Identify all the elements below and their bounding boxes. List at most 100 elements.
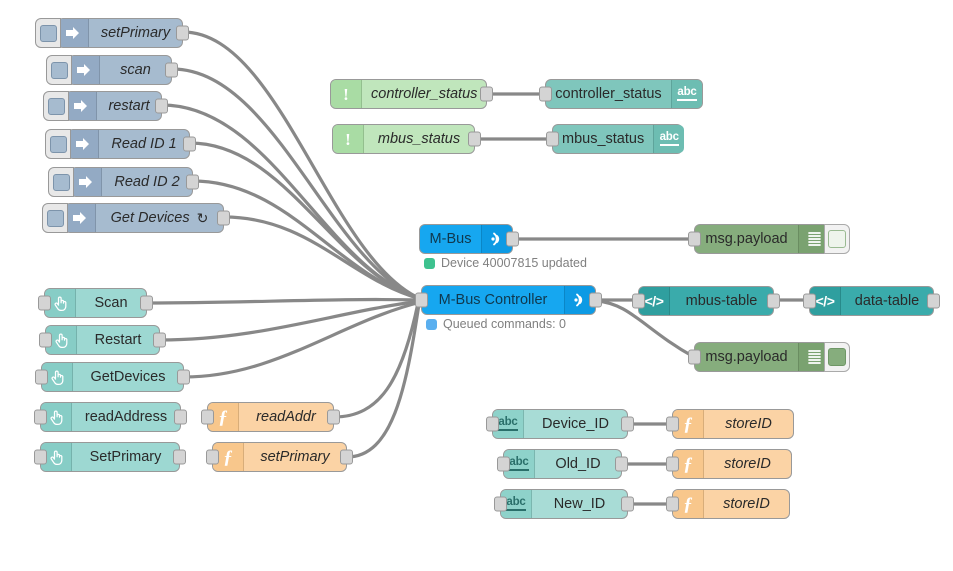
inject-node-restart[interactable]: restart <box>43 91 168 121</box>
template-node-mbus-table[interactable]: </> mbus-table <box>632 286 780 316</box>
output-port[interactable] <box>173 449 186 465</box>
output-port[interactable] <box>176 25 189 41</box>
node-label: msg.payload <box>705 348 788 365</box>
mbus-node[interactable]: M-Bus <box>419 224 519 254</box>
inject-arrow-icon <box>66 92 97 120</box>
node-label: msg.payload <box>705 230 788 247</box>
input-port[interactable] <box>38 295 51 311</box>
function-node-readaddr[interactable]: ƒ readAddr <box>201 402 340 432</box>
output-port[interactable] <box>468 131 481 147</box>
function-node-storeid-1[interactable]: ƒ storeID <box>666 409 794 439</box>
node-label: Read ID 1 <box>111 135 177 152</box>
text-node-mbus-status[interactable]: mbus_status abc <box>546 124 685 154</box>
input-port[interactable] <box>39 332 52 348</box>
output-port[interactable] <box>174 409 187 425</box>
output-port[interactable] <box>153 332 166 348</box>
output-port[interactable] <box>165 62 178 78</box>
node-label: readAddress <box>84 408 168 425</box>
input-port[interactable] <box>666 456 679 472</box>
inject-node-get-devices[interactable]: Get Devices ↻ <box>42 203 230 233</box>
node-label: controller_status <box>371 85 478 102</box>
output-port[interactable] <box>327 409 340 425</box>
input-port[interactable] <box>539 86 552 102</box>
input-port[interactable] <box>688 349 701 365</box>
function-node-storeid-2[interactable]: ƒ storeID <box>666 449 792 479</box>
text-input-node-old-id[interactable]: abc Old_ID <box>497 449 628 479</box>
node-label: SetPrimary <box>89 448 162 465</box>
input-port[interactable] <box>497 456 510 472</box>
input-port[interactable] <box>35 369 48 385</box>
output-port[interactable] <box>155 98 168 114</box>
output-port[interactable] <box>480 86 493 102</box>
input-port[interactable] <box>486 416 499 432</box>
output-port[interactable] <box>621 496 634 512</box>
input-port[interactable] <box>201 409 214 425</box>
function-node-storeid-3[interactable]: ƒ storeID <box>666 489 790 519</box>
inject-arrow-icon <box>65 204 96 232</box>
debug-node-top[interactable]: msg.payload <box>688 224 850 254</box>
status-node-mbus-status[interactable]: ! mbus_status <box>332 124 481 154</box>
input-port[interactable] <box>546 131 559 147</box>
text-input-node-new-id[interactable]: abc New_ID <box>494 489 634 519</box>
output-port[interactable] <box>927 293 940 309</box>
ui-button-scan[interactable]: Scan <box>38 288 153 318</box>
ui-button-restart[interactable]: Restart <box>39 325 166 355</box>
output-port[interactable] <box>621 416 634 432</box>
inject-node-setprimary[interactable]: setPrimary <box>35 18 189 48</box>
input-port[interactable] <box>206 449 219 465</box>
inject-node-read-id-2[interactable]: Read ID 2 <box>48 167 199 197</box>
inject-node-scan[interactable]: scan <box>46 55 178 85</box>
inject-arrow-icon <box>71 168 102 196</box>
input-port[interactable] <box>34 449 47 465</box>
flow-editor-canvas[interactable]: setPrimary scan restart Read ID 1 Read I… <box>0 0 953 571</box>
output-port[interactable] <box>506 231 519 247</box>
output-port[interactable] <box>767 293 780 309</box>
node-label: M-Bus Controller <box>438 291 548 308</box>
output-port[interactable] <box>589 292 602 308</box>
node-label: scan <box>120 61 151 78</box>
node-label: Restart <box>94 331 142 348</box>
output-port[interactable] <box>177 369 190 385</box>
output-port[interactable] <box>183 136 196 152</box>
inject-trigger-button[interactable] <box>35 18 61 48</box>
ui-button-getdevices[interactable]: GetDevices <box>35 362 190 392</box>
output-port[interactable] <box>217 210 230 226</box>
template-node-data-table[interactable]: </> data-table <box>803 286 940 316</box>
output-port[interactable] <box>340 449 353 465</box>
inject-arrow-icon <box>69 56 100 84</box>
input-port[interactable] <box>415 292 428 308</box>
node-label: setPrimary <box>100 24 171 41</box>
inject-trigger-button[interactable] <box>46 55 72 85</box>
inject-trigger-button[interactable] <box>48 167 74 197</box>
inject-node-read-id-1[interactable]: Read ID 1 <box>45 129 196 159</box>
output-port[interactable] <box>140 295 153 311</box>
node-label: data-table <box>854 292 920 309</box>
debug-enable-toggle[interactable] <box>824 224 850 254</box>
input-port[interactable] <box>632 293 645 309</box>
node-label: New_ID <box>553 495 606 512</box>
input-port[interactable] <box>494 496 507 512</box>
mbus-controller-node[interactable]: M-Bus Controller <box>415 285 602 315</box>
ui-button-readaddress[interactable]: readAddress <box>34 402 187 432</box>
function-node-setprimary[interactable]: ƒ setPrimary <box>206 442 353 472</box>
input-port[interactable] <box>34 409 47 425</box>
input-port[interactable] <box>688 231 701 247</box>
inject-trigger-button[interactable] <box>45 129 71 159</box>
node-label: mbus-table <box>685 292 758 309</box>
status-node-controller-status[interactable]: ! controller_status <box>330 79 493 109</box>
input-port[interactable] <box>666 416 679 432</box>
node-label: Get Devices <box>110 209 190 226</box>
debug-enable-toggle[interactable] <box>824 342 850 372</box>
text-input-node-device-id[interactable]: abc Device_ID <box>486 409 634 439</box>
node-label: Device_ID <box>542 415 609 432</box>
status-text: Device 40007815 updated <box>441 256 587 270</box>
output-port[interactable] <box>615 456 628 472</box>
input-port[interactable] <box>803 293 816 309</box>
inject-trigger-button[interactable] <box>42 203 68 233</box>
ui-button-setprimary[interactable]: SetPrimary <box>34 442 186 472</box>
debug-node-bottom[interactable]: msg.payload <box>688 342 850 372</box>
text-node-controller-status[interactable]: controller_status abc <box>539 79 703 109</box>
input-port[interactable] <box>666 496 679 512</box>
output-port[interactable] <box>186 174 199 190</box>
inject-trigger-button[interactable] <box>43 91 69 121</box>
